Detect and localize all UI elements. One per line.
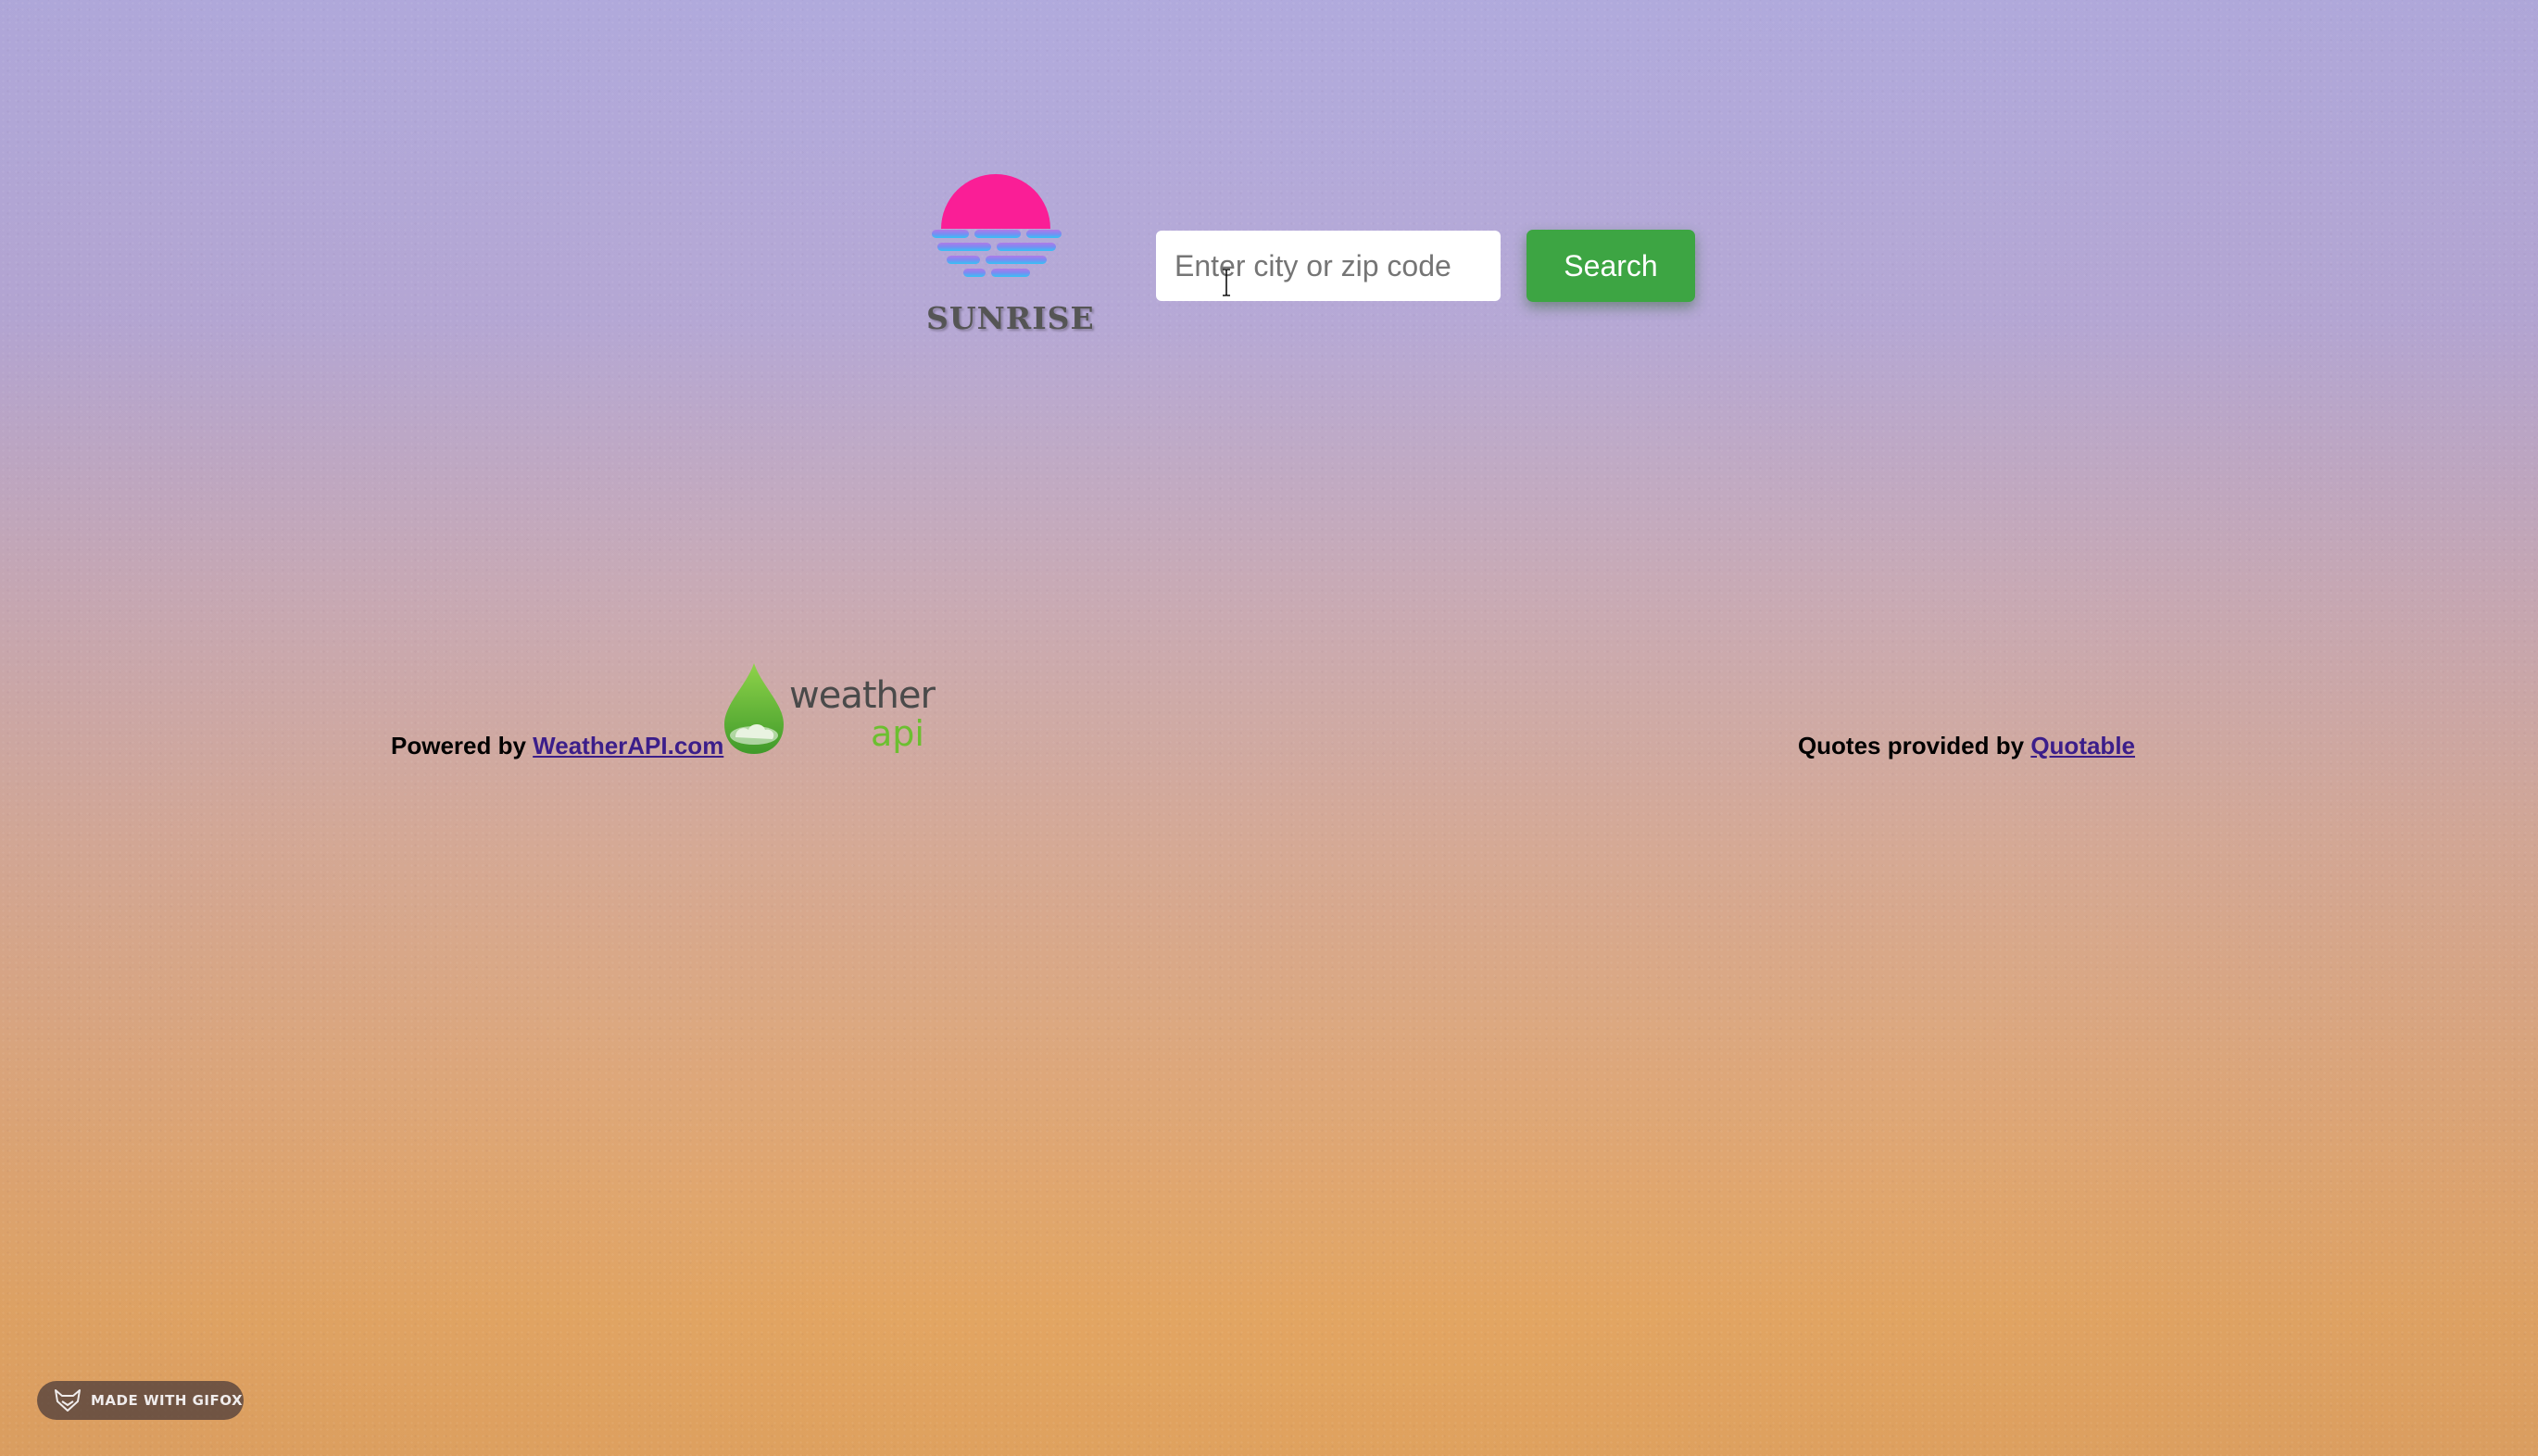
search-input[interactable] xyxy=(1156,231,1501,301)
water-drop-icon xyxy=(724,663,784,754)
text-cursor-icon xyxy=(1223,269,1230,296)
quotes-credit: Quotes provided by Quotable xyxy=(1798,732,2135,760)
quotes-credit-prefix: Quotes provided by xyxy=(1797,732,2025,759)
quotable-link[interactable]: Quotable xyxy=(2030,732,2135,759)
background-texture xyxy=(0,0,2538,1456)
sunset-icon xyxy=(932,174,1062,277)
weather-credit: Powered by WeatherAPI.com xyxy=(391,732,723,760)
gifox-text: MADE WITH GIFOX xyxy=(91,1392,244,1409)
app-logo: SUNRISE xyxy=(926,159,1095,345)
weatherapi-link[interactable]: WeatherAPI.com xyxy=(533,732,723,759)
logo-text: SUNRISE xyxy=(926,300,1095,336)
weather-credit-prefix: Powered by xyxy=(391,732,526,759)
gifox-badge: MADE WITH GIFOX xyxy=(37,1381,244,1420)
weatherapi-logo-word: weather xyxy=(789,674,936,717)
weatherapi-logo[interactable]: weather api xyxy=(719,661,936,758)
background-vignette xyxy=(0,0,2538,1456)
weatherapi-logo-api: api xyxy=(871,713,924,754)
search-button[interactable]: Search xyxy=(1527,230,1695,302)
fox-icon xyxy=(55,1389,81,1412)
